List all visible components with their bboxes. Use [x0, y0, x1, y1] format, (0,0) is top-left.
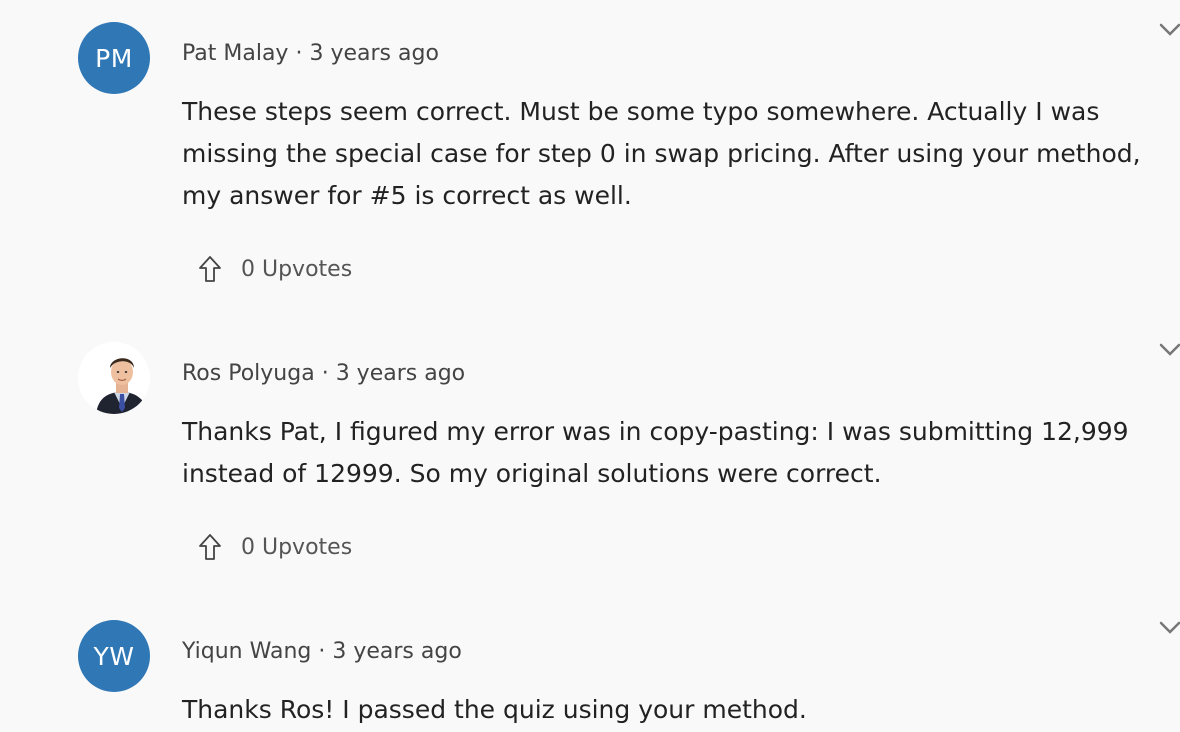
upvote-count: 0 Upvotes	[241, 534, 353, 560]
upvote-count: 0 Upvotes	[241, 256, 353, 282]
avatar[interactable]	[78, 342, 150, 414]
comment-text: These steps seem correct. Must be some t…	[182, 97, 1141, 210]
avatar-initials: PM	[95, 43, 133, 73]
comment-time: 3 years ago	[309, 41, 439, 66]
meta-separator: ·	[321, 361, 329, 386]
comment-meta: Yiqun Wang · 3 years ago	[182, 639, 462, 664]
chevron-down-icon[interactable]	[1158, 620, 1180, 636]
avatar-initials: YW	[93, 641, 135, 671]
author-name[interactable]: Yiqun Wang	[182, 639, 311, 664]
comment-time: 3 years ago	[335, 361, 466, 386]
author-name[interactable]: Pat Malay	[182, 41, 288, 66]
meta-separator: ·	[295, 41, 303, 66]
avatar[interactable]: YW	[78, 620, 150, 692]
comment-text: Thanks Ros! I passed the quiz using your…	[182, 695, 807, 724]
avatar[interactable]: PM	[78, 22, 150, 94]
author-name[interactable]: Ros Polyuga	[182, 361, 315, 386]
arrow-up-outline-icon	[199, 256, 221, 282]
chevron-down-icon[interactable]	[1158, 22, 1180, 38]
comment-time: 3 years ago	[332, 639, 462, 664]
profile-photo-icon	[78, 342, 150, 414]
arrow-up-outline-icon	[199, 534, 221, 560]
comment-meta: Ros Polyuga · 3 years ago	[182, 361, 465, 386]
comment-thread: PM Pat Malay · 3 years ago These steps s…	[0, 0, 1180, 732]
comment-text: Thanks Pat, I figured my error was in co…	[182, 417, 1129, 488]
chevron-down-icon[interactable]	[1158, 342, 1180, 358]
meta-separator: ·	[318, 639, 326, 664]
upvote-button[interactable]: 0 Upvotes	[197, 532, 352, 562]
comment-meta: Pat Malay · 3 years ago	[182, 41, 439, 66]
upvote-button[interactable]: 0 Upvotes	[197, 254, 352, 284]
